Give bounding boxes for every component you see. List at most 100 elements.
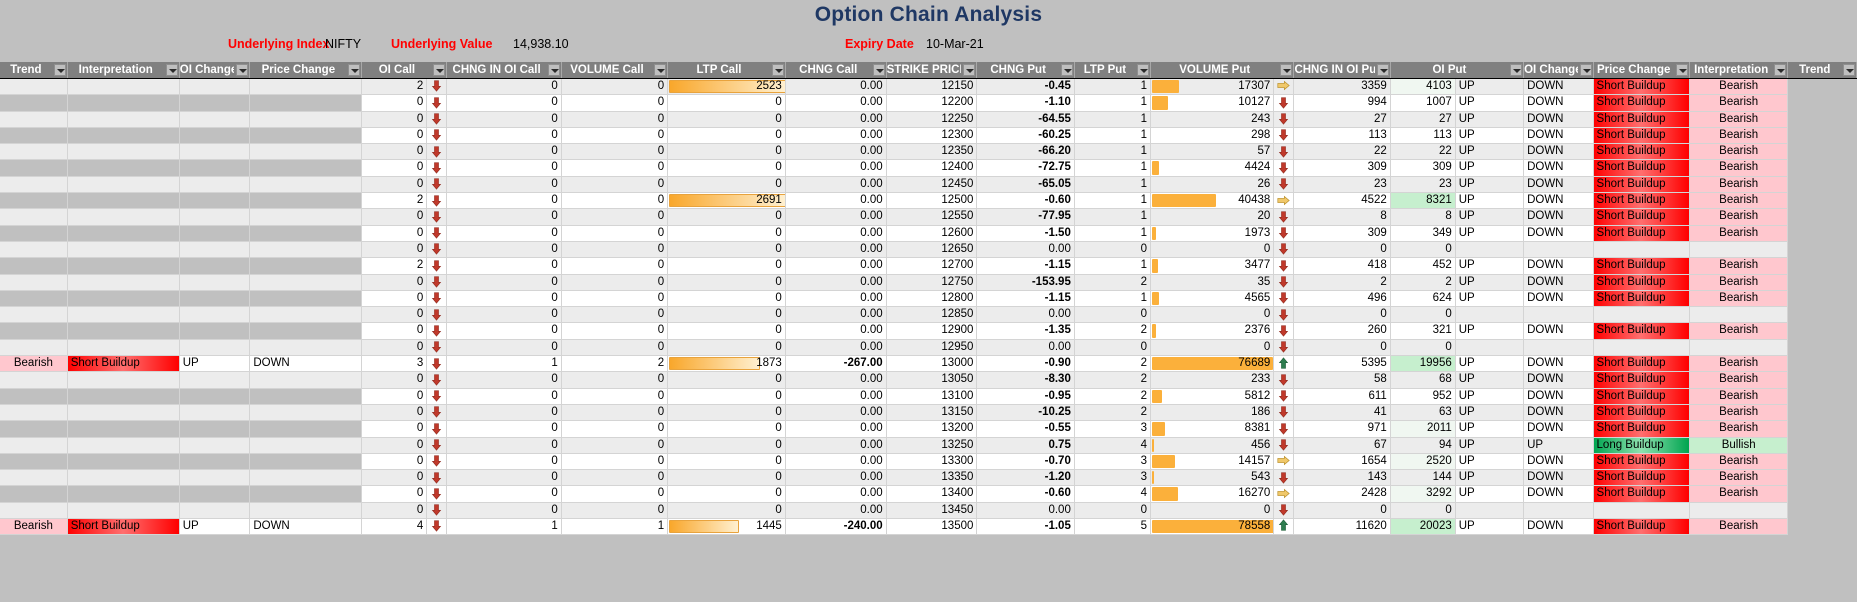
table-row[interactable]: 0 0 0 0 0.00 13050 -8.30 2 233 58 68 UP DOWN Short Bu…	[0, 371, 1857, 389]
col-header-strike-price[interactable]: STRIKE PRICE	[886, 62, 978, 79]
col-header-volume-put[interactable]: VOLUME Put	[1150, 62, 1295, 79]
table-row[interactable]: 0 0 0 0 0.00 12900 -1.35 2 2376 260 321 UP DOWN Short…	[0, 322, 1857, 340]
table-row[interactable]: 2 0 0 2691 0.00 12500 -0.60 1 40438 4522 8321 UP DOW…	[0, 192, 1857, 210]
table-row[interactable]: 0 0 0 0 0.00 13450 0.00 0 0 0 0	[0, 502, 1857, 520]
ltp-put-cell: 1	[1074, 208, 1152, 226]
volume-put-cell: 0	[1150, 306, 1275, 324]
ltp-put-cell: 1	[1074, 159, 1152, 177]
filter-dropdown-icon[interactable]	[236, 64, 249, 76]
filter-dropdown-icon[interactable]	[1510, 64, 1523, 76]
table-row[interactable]: 0 0 0 0 0.00 13250 0.75 4 456 67 94 UP UP Long Buildu…	[0, 437, 1857, 454]
col-header-interpretation-left[interactable]: Interpretation	[67, 62, 180, 79]
volume-put-cell: 35	[1150, 274, 1275, 291]
volume-put-cell: 243	[1150, 111, 1275, 128]
table-row[interactable]: 0 0 0 0 0.00 13200 -0.55 3 8381 971 2011 UP DOWN Shor…	[0, 420, 1857, 438]
right-oi-change-cell: UP	[1455, 78, 1525, 96]
chng-put-cell: 0.00	[976, 241, 1075, 259]
table-row[interactable]: 0 0 0 0 0.00 12400 -72.75 1 4424 309 309 UP DOWN Shor…	[0, 159, 1857, 177]
col-header-ltp-call[interactable]: LTP Call	[667, 62, 786, 79]
table-row[interactable]: 2 0 0 0 0.00 12700 -1.15 1 3477 418 452 UP DOWN Short…	[0, 257, 1857, 275]
table-row[interactable]: 0 0 0 0 0.00 12800 -1.15 1 4565 496 624 UP DOWN Short…	[0, 290, 1857, 308]
col-header-volume-call[interactable]: VOLUME Call	[561, 62, 669, 79]
table-row[interactable]: 0 0 0 0 0.00 13150 -10.25 2 186 41 63 UP DOWN Short B…	[0, 404, 1857, 422]
filter-dropdown-icon[interactable]	[1774, 64, 1787, 76]
col-header-trend-right[interactable]: Trend	[1787, 62, 1857, 79]
oi-put-cell: 2	[1390, 274, 1456, 291]
col-header-oi-put[interactable]: OI Put	[1390, 62, 1525, 79]
oi-call-arrow-cell	[426, 257, 448, 275]
col-header-ltp-put[interactable]: LTP Put	[1074, 62, 1152, 79]
filter-dropdown-icon[interactable]	[547, 64, 560, 76]
filter-dropdown-icon[interactable]	[1579, 64, 1592, 76]
left-trend-cell	[0, 322, 68, 340]
table-row[interactable]: 0 0 0 0 0.00 12250 -64.55 1 243 27 27 UP DOWN Short B…	[0, 111, 1857, 128]
down-arrow-icon	[432, 227, 442, 239]
left-oi-change-cell	[179, 159, 251, 177]
filter-dropdown-icon[interactable]	[1376, 64, 1389, 76]
filter-dropdown-icon[interactable]	[348, 64, 361, 76]
filter-dropdown-icon[interactable]	[1843, 64, 1855, 76]
table-row[interactable]: 0 0 0 0 0.00 13400 -0.60 4 16270 2428 3292 UP DOWN Sh…	[0, 485, 1857, 503]
right-price-change-cell: DOWN	[1523, 94, 1594, 112]
filter-dropdown-icon[interactable]	[1675, 64, 1688, 76]
table-row[interactable]: Bearish Short Buildup UP DOWN 4 1 1 1445 -240.00…	[0, 518, 1857, 536]
left-interpretation-cell	[67, 306, 180, 324]
filter-dropdown-icon[interactable]	[165, 64, 178, 76]
table-row[interactable]: Bearish Short Buildup UP DOWN 3 1 2 1873 -267.00…	[0, 355, 1857, 373]
col-header-chng-call[interactable]: CHNG Call	[785, 62, 887, 79]
filter-dropdown-icon[interactable]	[53, 64, 66, 76]
filter-dropdown-icon[interactable]	[963, 64, 976, 76]
ltp-call-cell: 0	[667, 143, 786, 161]
left-trend-cell	[0, 208, 68, 226]
col-header-chng-in-oi-call[interactable]: CHNG IN OI Call	[446, 62, 562, 79]
chng-put-cell: -0.70	[976, 453, 1075, 471]
oi-call-arrow-cell	[426, 502, 448, 520]
table-row[interactable]: 0 0 0 0 0.00 12350 -66.20 1 57 22 22 UP DOWN Short Bu…	[0, 143, 1857, 161]
filter-dropdown-icon[interactable]	[771, 64, 784, 76]
filter-dropdown-icon[interactable]	[1060, 64, 1073, 76]
table-row[interactable]: 0 0 0 0 0.00 13100 -0.95 2 5812 611 952 UP DOWN Short…	[0, 388, 1857, 405]
col-header-trend-left[interactable]: Trend	[0, 62, 68, 79]
volume-put-arrow-cell	[1273, 78, 1295, 96]
col-header-price-change-left[interactable]: Price Change	[249, 62, 363, 79]
chng-in-oi-call-cell: 0	[446, 192, 562, 210]
table-row[interactable]: 0 0 0 0 0.00 12550 -77.95 1 20 8 8 UP DOWN Short Buil…	[0, 208, 1857, 226]
table-row[interactable]: 0 0 0 0 0.00 12300 -60.25 1 298 113 113 UP DOWN Short…	[0, 127, 1857, 145]
table-row[interactable]: 0 0 0 0 0.00 12950 0.00 0 0 0 0	[0, 339, 1857, 357]
filter-dropdown-icon[interactable]	[872, 64, 885, 76]
left-interpretation-cell	[67, 111, 180, 128]
left-trend-cell	[0, 469, 68, 487]
col-header-chng-put[interactable]: CHNG Put	[976, 62, 1075, 79]
left-interpretation-cell	[67, 159, 180, 177]
right-trend-cell: Bearish	[1689, 453, 1789, 471]
filter-dropdown-icon[interactable]	[433, 64, 446, 76]
col-header-price-change-right[interactable]: Price Change	[1593, 62, 1690, 79]
table-row[interactable]: 0 0 0 0 0.00 12200 -1.10 1 10127 994 1007 UP DOWN Sho…	[0, 94, 1857, 112]
underlying-value: 14,938.10	[513, 37, 569, 51]
chng-in-oi-put-cell: 5395	[1293, 355, 1391, 373]
ltp-put-cell: 1	[1074, 111, 1152, 128]
col-header-interpretation-right[interactable]: Interpretation	[1689, 62, 1789, 79]
table-row[interactable]: 0 0 0 0 0.00 12650 0.00 0 0 0 0	[0, 241, 1857, 259]
table-row[interactable]: 0 0 0 0 0.00 12850 0.00 0 0 0 0	[0, 306, 1857, 324]
col-header-chng-in-oi-put[interactable]: CHNG IN OI Put	[1293, 62, 1391, 79]
table-row[interactable]: 0 0 0 0 0.00 13300 -0.70 3 14157 1654 2520 UP DOWN Sh…	[0, 453, 1857, 471]
oi-call-cell: 0	[361, 208, 428, 226]
col-header-oi-change-left[interactable]: OI Change	[179, 62, 251, 79]
col-header-oi-change-right[interactable]: OI Change	[1523, 62, 1594, 79]
volume-put-cell: 1973	[1150, 225, 1275, 242]
filter-dropdown-icon[interactable]	[654, 64, 667, 76]
ltp-call-cell: 0	[667, 437, 786, 454]
left-trend-cell	[0, 225, 68, 242]
col-header-oi-call[interactable]: OI Call	[361, 62, 448, 79]
table-row[interactable]: 2 0 0 2523 0.00 12150 -0.45 1 17307 3359 4103 UP DOW…	[0, 78, 1857, 96]
volume-call-cell: 0	[561, 485, 669, 503]
left-oi-change-cell	[179, 111, 251, 128]
chng-in-oi-call-cell: 0	[446, 274, 562, 291]
filter-dropdown-icon[interactable]	[1280, 64, 1293, 76]
table-row[interactable]: 0 0 0 0 0.00 12750 -153.95 2 35 2 2 UP DOWN Short Bui…	[0, 274, 1857, 291]
table-row[interactable]: 0 0 0 0 0.00 12600 -1.50 1 1973 309 349 UP DOWN Short…	[0, 225, 1857, 242]
filter-dropdown-icon[interactable]	[1137, 64, 1150, 76]
table-row[interactable]: 0 0 0 0 0.00 13350 -1.20 3 543 143 144 UP DOWN Short …	[0, 469, 1857, 487]
table-row[interactable]: 0 0 0 0 0.00 12450 -65.05 1 26 23 23 UP DOWN Short Bu…	[0, 176, 1857, 194]
